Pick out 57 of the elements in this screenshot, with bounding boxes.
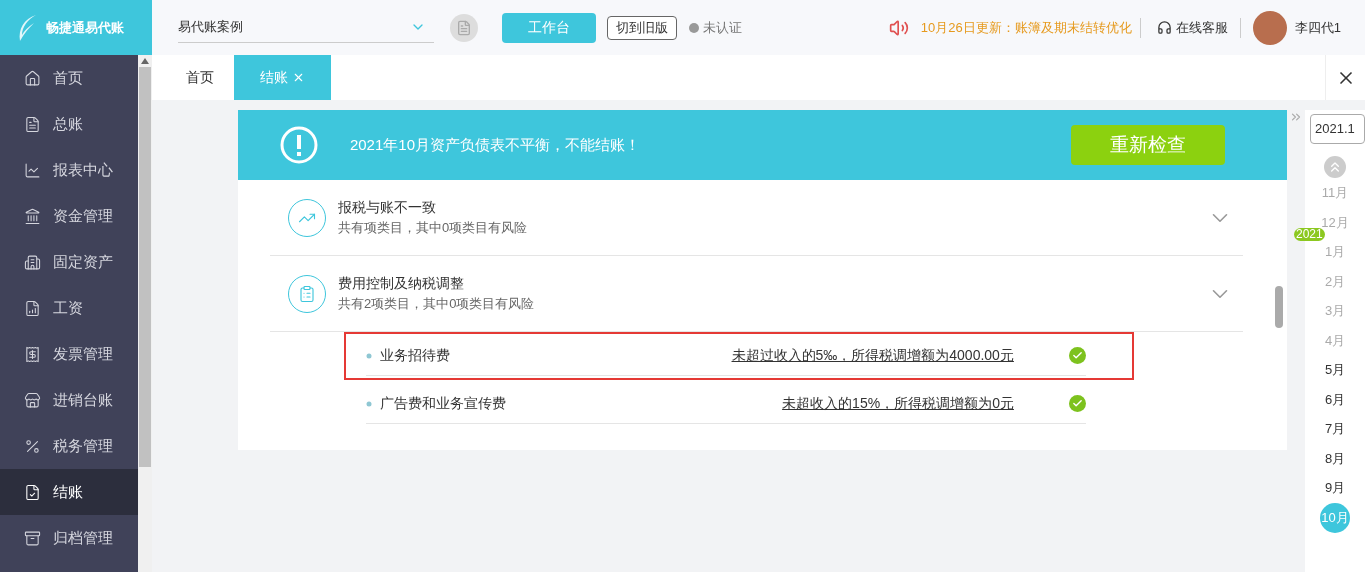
section-subtitle: 共有项类目，其中0项类目有风险 [337, 219, 528, 238]
brand-logo: 畅捷通易代账 [0, 0, 152, 55]
sidebar-item[interactable]: 资金管理 [0, 193, 138, 239]
company-select[interactable]: 易代账案例 [178, 12, 434, 43]
tab[interactable]: 首页 [170, 55, 230, 100]
section-title: 费用控制及纳税调整 [337, 274, 465, 294]
period-field[interactable]: 2021.1 [1310, 114, 1365, 144]
online-service-link[interactable]: 在线客服 [1175, 17, 1228, 38]
headset-icon [1156, 20, 1172, 35]
month-item[interactable]: 5月 [1324, 355, 1346, 385]
month-item[interactable]: 8月 [1324, 443, 1346, 473]
sidebar-item[interactable]: 进销台账 [0, 377, 138, 423]
document-icon [24, 115, 41, 133]
month-item[interactable]: 9月 [1324, 473, 1346, 503]
scrollbar-thumb[interactable] [139, 67, 151, 467]
bank-icon [24, 207, 41, 225]
scroll-up-icon[interactable] [1324, 156, 1346, 178]
item-result-link[interactable]: 未超收入的15%，所得税调增额为0元 [782, 393, 1014, 414]
sidebar-item[interactable]: 工资 [0, 285, 138, 331]
receipt-icon [24, 345, 41, 363]
close-tab-icon[interactable] [292, 71, 305, 84]
exclamation-icon [279, 126, 318, 164]
store-icon [24, 391, 41, 409]
building-icon [24, 253, 41, 271]
alert-message: 2021年10月资产负债表不平衡，不能结账！ [349, 134, 640, 155]
sidebar-item[interactable]: 税务管理 [0, 423, 138, 469]
line-chart-icon [24, 161, 41, 179]
item-result-link[interactable]: 未超过收入的5‰，所得税调增额为4000.00元 [731, 345, 1014, 366]
document-icon[interactable] [450, 13, 478, 42]
item-name: 广告费和业务宣传费 [379, 394, 506, 413]
bullet-icon [365, 352, 372, 359]
archive-icon [24, 529, 41, 547]
sidebar-item[interactable]: 发票管理 [0, 331, 138, 377]
report-icon [24, 299, 41, 317]
item-name: 业务招待费 [379, 346, 450, 365]
sidebar-item[interactable]: 固定资产 [0, 239, 138, 285]
document-check-icon [24, 483, 41, 501]
verification-status[interactable]: 未认证 [689, 17, 742, 38]
section-subtitle: 共有2项类目，其中0项类目有风险 [337, 295, 535, 314]
sidebar-item[interactable]: 首页 [0, 55, 138, 101]
user-name[interactable]: 李四代1 [1294, 17, 1341, 38]
scroll-up-arrow-icon[interactable] [141, 58, 149, 64]
sidebar-item[interactable]: 报表中心 [0, 147, 138, 193]
year-badge: 2021 [1294, 228, 1325, 241]
sidebar-item[interactable]: 归档管理 [0, 515, 138, 561]
sidebar-item[interactable]: 结账 [0, 469, 138, 515]
month-item[interactable]: 6月 [1324, 384, 1346, 414]
sidebar-item[interactable]: 总账 [0, 101, 138, 147]
percent-icon [24, 437, 41, 455]
speaker-icon [888, 17, 909, 38]
section-title: 报税与账不一致 [337, 198, 437, 218]
scrollbar-thumb[interactable] [1275, 286, 1284, 328]
switch-version-button[interactable]: 切到旧版 [607, 15, 677, 40]
month-item[interactable]: 7月 [1324, 414, 1346, 444]
user-avatar[interactable] [1252, 10, 1287, 45]
home-icon [24, 69, 41, 87]
bullet-icon [365, 400, 372, 407]
